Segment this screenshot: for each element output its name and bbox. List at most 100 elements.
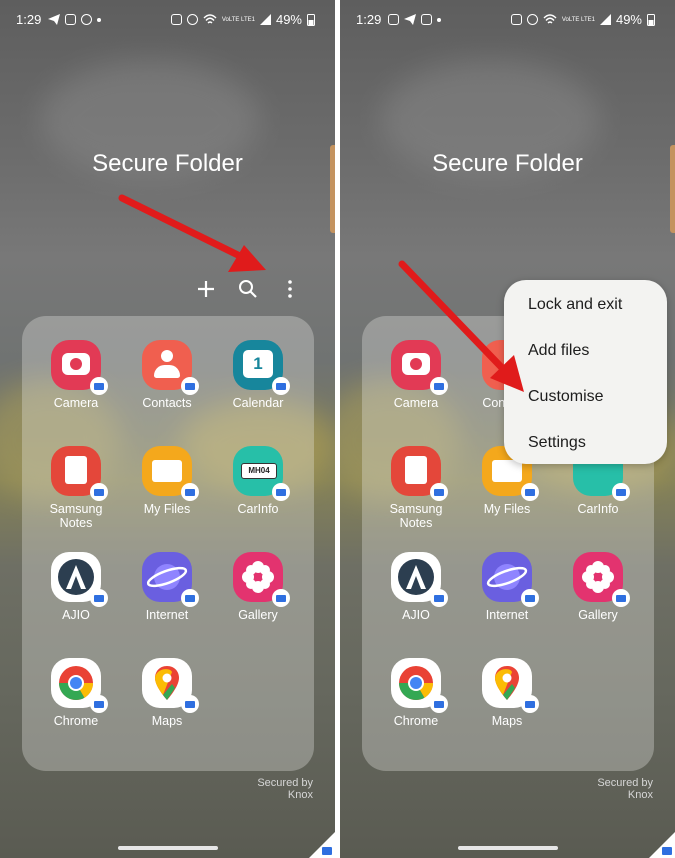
edge-panel-handle[interactable] xyxy=(670,145,675,233)
samsung-notes-icon xyxy=(391,446,448,501)
battery-icon xyxy=(307,14,315,26)
camera-icon xyxy=(51,340,108,395)
battery-icon xyxy=(647,14,655,26)
alarm-icon xyxy=(186,14,198,25)
knox-line2: Knox xyxy=(627,789,653,801)
menu-item-settings[interactable]: Settings xyxy=(528,434,586,452)
telegram-icon xyxy=(404,14,416,25)
app-calendar[interactable]: 1 Calendar xyxy=(218,340,298,410)
knox-label: Secured by Knox xyxy=(597,777,653,801)
secure-badge-icon xyxy=(272,377,290,395)
secure-badge-icon xyxy=(430,377,448,395)
left-screen: 1:29 VoLTE LTE1 49% Secure Folder Camera… xyxy=(0,0,335,858)
app-contacts[interactable]: Contacts xyxy=(127,340,207,410)
app-maps[interactable]: Maps xyxy=(127,658,207,728)
secure-badge-icon xyxy=(521,589,539,607)
app-label: CarInfo xyxy=(577,502,619,516)
app-gallery[interactable]: Gallery xyxy=(558,552,638,622)
knox-line1: Secured by xyxy=(257,777,313,789)
secure-badge-icon xyxy=(430,483,448,501)
ajio-icon xyxy=(51,552,108,607)
add-button[interactable] xyxy=(193,276,219,302)
gesture-bar[interactable] xyxy=(117,846,218,850)
app-label: Camera xyxy=(53,396,99,410)
secure-badge-icon xyxy=(90,589,108,607)
edge-panel-handle[interactable] xyxy=(330,145,335,233)
camera-icon xyxy=(391,340,448,395)
secure-folder-corner-icon xyxy=(322,847,332,855)
page-title: Secure Folder xyxy=(92,150,243,177)
more-vertical-icon xyxy=(288,280,292,298)
secure-badge-icon xyxy=(521,483,539,501)
secure-badge-icon xyxy=(90,377,108,395)
overflow-menu: Lock and exit Add files Customise Settin… xyxy=(504,280,667,464)
page-title: Secure Folder xyxy=(432,150,583,177)
secure-badge-icon xyxy=(612,589,630,607)
secure-badge-icon xyxy=(181,695,199,713)
signal-icon xyxy=(259,14,271,25)
app-samsung-notes[interactable]: Samsung Notes xyxy=(36,446,116,530)
alarm-icon xyxy=(526,14,538,25)
secure-badge-icon xyxy=(181,589,199,607)
app-label: Samsung Notes xyxy=(389,502,443,530)
internet-icon xyxy=(482,552,539,607)
search-button[interactable] xyxy=(235,276,261,302)
app-chrome[interactable]: Chrome xyxy=(36,658,116,728)
app-my-files[interactable]: My Files xyxy=(127,446,207,516)
app-carinfo[interactable]: MH04 CarInfo xyxy=(218,446,298,516)
secure-badge-icon xyxy=(272,589,290,607)
menu-item-lock-and-exit[interactable]: Lock and exit xyxy=(528,296,622,314)
notification-icons xyxy=(388,14,441,25)
search-icon xyxy=(239,280,257,298)
app-maps[interactable]: Maps xyxy=(467,658,547,728)
app-chrome[interactable]: Chrome xyxy=(376,658,456,728)
app-camera[interactable]: Camera xyxy=(36,340,116,410)
app-ajio[interactable]: AJIO xyxy=(36,552,116,622)
menu-item-add-files[interactable]: Add files xyxy=(528,342,589,360)
more-options-button[interactable] xyxy=(277,276,303,302)
secure-badge-icon xyxy=(612,483,630,501)
wifi-icon xyxy=(203,14,217,24)
app-label: Contacts xyxy=(142,396,192,410)
app-label: My Files xyxy=(483,502,531,516)
app-label: CarInfo xyxy=(237,502,279,516)
app-internet[interactable]: Internet xyxy=(467,552,547,622)
network-label: VoLTE LTE1 xyxy=(561,16,595,23)
more-notifications-dot xyxy=(97,17,101,22)
wifi-icon xyxy=(543,14,557,24)
secure-badge-icon xyxy=(521,695,539,713)
app-gallery[interactable]: Gallery xyxy=(218,552,298,622)
plus-icon xyxy=(198,281,214,297)
app-ajio[interactable]: AJIO xyxy=(376,552,456,622)
secure-badge-icon xyxy=(90,695,108,713)
right-screen: 1:29 VoLTE LTE1 49% Secure Folder Camera xyxy=(340,0,675,858)
app-label: AJIO xyxy=(402,608,430,622)
app-label: Camera xyxy=(393,396,439,410)
app-label: Calendar xyxy=(232,396,284,410)
knox-line2: Knox xyxy=(287,789,313,801)
system-icons: VoLTE LTE1 49% xyxy=(510,12,655,27)
app-label: Gallery xyxy=(578,608,618,622)
more-notifications-dot xyxy=(437,17,441,22)
status-time: 1:29 xyxy=(16,12,42,27)
knox-label: Secured by Knox xyxy=(257,777,313,801)
secure-badge-icon xyxy=(181,377,199,395)
menu-item-customise[interactable]: Customise xyxy=(528,388,604,406)
app-samsung-notes[interactable]: Samsung Notes xyxy=(376,446,456,530)
app-camera[interactable]: Camera xyxy=(376,340,456,410)
app-label: Internet xyxy=(145,608,189,622)
app-label: Maps xyxy=(491,714,523,728)
gesture-bar[interactable] xyxy=(457,846,558,850)
folder-icon xyxy=(142,446,199,501)
secure-badge-icon xyxy=(181,483,199,501)
telegram-icon xyxy=(48,14,60,25)
secure-badge-icon xyxy=(430,695,448,713)
calendar-icon: 1 xyxy=(233,340,290,395)
maps-icon xyxy=(142,658,199,713)
app-internet[interactable]: Internet xyxy=(127,552,207,622)
media-icon xyxy=(170,14,182,25)
app-label: Chrome xyxy=(393,714,439,728)
secure-badge-icon xyxy=(90,483,108,501)
status-bar: 1:29 VoLTE LTE1 49% xyxy=(340,12,675,30)
app-label: Gallery xyxy=(238,608,278,622)
